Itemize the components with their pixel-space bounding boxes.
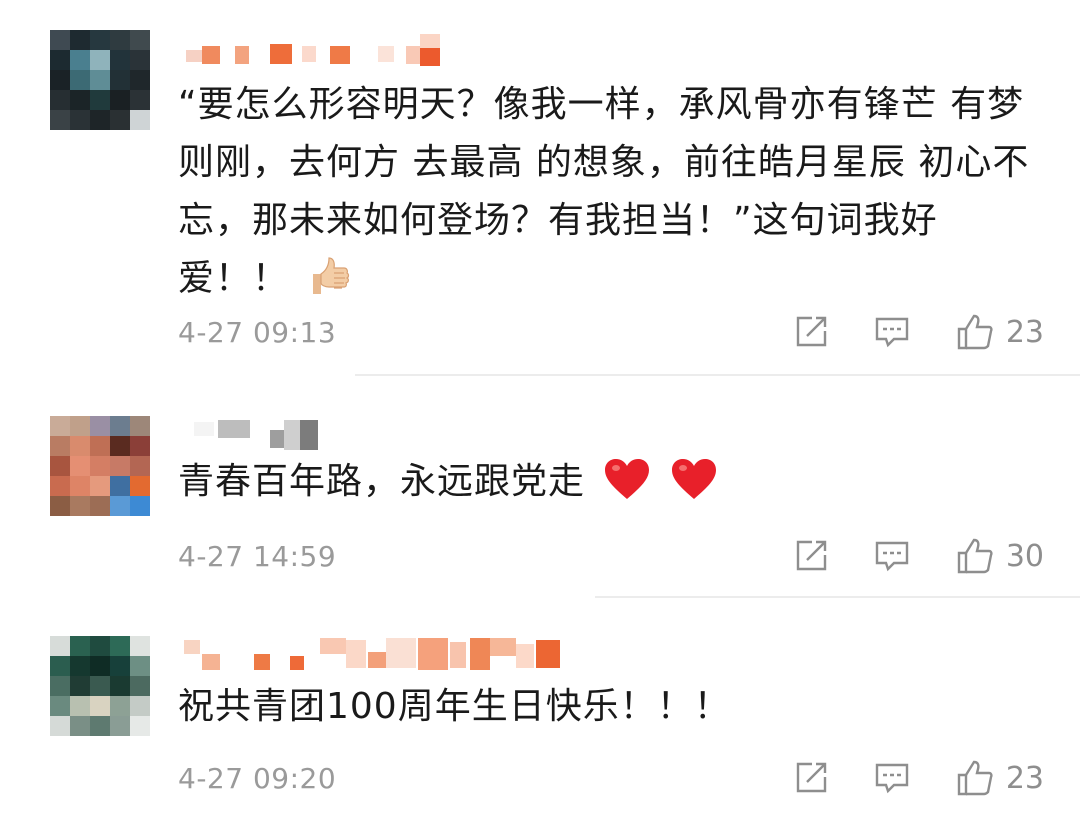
comment-item: “要怎么形容明天？像我一样，承风骨亦有锋芒 有梦则刚，去何方 去最高 的想象，前… bbox=[0, 0, 1080, 376]
comment-text-content: 青春百年路，永远跟党走 bbox=[178, 461, 586, 502]
comment-actions: 23 bbox=[794, 312, 1044, 352]
avatar[interactable] bbox=[50, 416, 150, 516]
reply-icon bbox=[875, 763, 909, 794]
reply-button[interactable] bbox=[874, 315, 910, 349]
like-icon bbox=[957, 538, 993, 574]
like-button[interactable]: 23 bbox=[956, 313, 1044, 351]
comment-text: 青春百年路，永远跟党走 bbox=[178, 453, 1038, 519]
share-icon bbox=[796, 540, 827, 571]
avatar[interactable] bbox=[50, 636, 150, 736]
comment-item: 青春百年路，永远跟党走 4-27 14:59 30 bbox=[0, 376, 1080, 598]
like-count: 30 bbox=[1005, 538, 1044, 574]
comment-text-content: “要怎么形容明天？像我一样，承风骨亦有锋芒 有梦则刚，去何方 去最高 的想象，前… bbox=[178, 84, 1030, 299]
share-button[interactable] bbox=[794, 315, 828, 349]
reply-button[interactable] bbox=[874, 761, 910, 795]
like-button[interactable]: 23 bbox=[956, 759, 1044, 797]
thumbs-up-emoji-icon bbox=[307, 254, 351, 316]
username-blurred[interactable] bbox=[180, 636, 580, 676]
username-blurred[interactable] bbox=[180, 30, 450, 70]
red-heart-emoji-icon bbox=[603, 457, 651, 519]
like-icon bbox=[957, 314, 993, 350]
like-count: 23 bbox=[1005, 760, 1044, 796]
comment-time: 4-27 09:20 bbox=[178, 762, 337, 795]
comment-actions: 23 bbox=[794, 758, 1044, 798]
comment-text: “要怎么形容明天？像我一样，承风骨亦有锋芒 有梦则刚，去何方 去最高 的想象，前… bbox=[178, 76, 1038, 316]
comment-actions: 30 bbox=[794, 536, 1044, 576]
comment-time: 4-27 09:13 bbox=[178, 316, 337, 349]
reply-icon bbox=[875, 317, 909, 348]
comment-text-content: 祝共青团100周年生日快乐！！！ bbox=[178, 686, 731, 727]
reply-button[interactable] bbox=[874, 539, 910, 573]
reply-icon bbox=[875, 541, 909, 572]
comment-text: 祝共青团100周年生日快乐！！！ bbox=[178, 678, 1038, 736]
red-heart-emoji-icon bbox=[670, 457, 718, 519]
share-icon bbox=[796, 762, 827, 793]
like-icon bbox=[957, 760, 993, 796]
share-icon bbox=[796, 316, 827, 347]
comment-item: 祝共青团100周年生日快乐！！！ 4-27 09:20 23 bbox=[0, 598, 1080, 822]
share-button[interactable] bbox=[794, 761, 828, 795]
comment-time: 4-27 14:59 bbox=[178, 540, 337, 573]
avatar[interactable] bbox=[50, 30, 150, 130]
like-count: 23 bbox=[1005, 314, 1044, 350]
username-blurred[interactable] bbox=[180, 416, 340, 456]
like-button[interactable]: 30 bbox=[956, 537, 1044, 575]
share-button[interactable] bbox=[794, 539, 828, 573]
